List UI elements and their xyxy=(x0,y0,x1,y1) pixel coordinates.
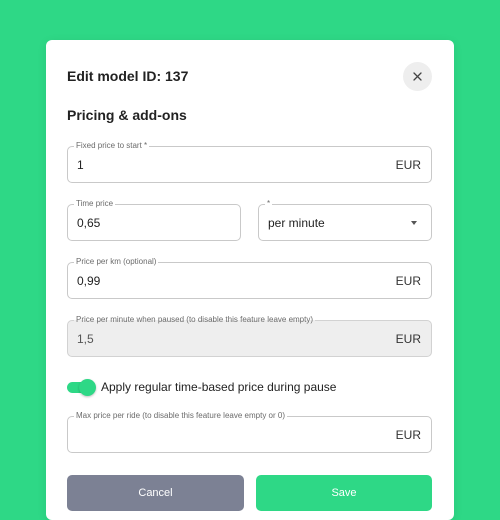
price-per-km-field[interactable]: Price per km (optional) 0,99 EUR xyxy=(67,257,432,299)
time-unit-value: per minute xyxy=(268,215,325,230)
fixed-price-value: 1 xyxy=(77,157,84,172)
currency-suffix: EUR xyxy=(395,273,421,288)
close-button[interactable] xyxy=(403,62,432,91)
modal-title: Edit model ID: 137 xyxy=(67,68,189,84)
section-title: Pricing & add-ons xyxy=(67,107,187,123)
currency-suffix: EUR xyxy=(395,331,421,346)
time-unit-label: * xyxy=(265,199,273,209)
currency-suffix: EUR xyxy=(395,427,421,442)
paused-price-value: 1,5 xyxy=(77,331,94,346)
pause-pricing-toggle[interactable] xyxy=(67,379,96,396)
caret-down-icon xyxy=(411,220,417,225)
time-price-label: Time price xyxy=(74,199,116,209)
edit-model-modal: Edit model ID: 137 Pricing & add-ons Fix… xyxy=(46,40,454,520)
fixed-price-label: Fixed price to start * xyxy=(74,141,150,151)
save-button[interactable]: Save xyxy=(256,475,432,511)
time-price-value: 0,65 xyxy=(77,215,101,230)
paused-price-field: Price per minute when paused (to disable… xyxy=(67,315,432,357)
toggle-knob xyxy=(79,379,96,396)
time-unit-select[interactable]: * per minute xyxy=(258,199,432,241)
fixed-price-field[interactable]: Fixed price to start * 1 EUR xyxy=(67,141,432,183)
max-price-label: Max price per ride (to disable this feat… xyxy=(74,411,287,421)
paused-price-label: Price per minute when paused (to disable… xyxy=(74,315,316,325)
close-icon xyxy=(413,72,422,81)
currency-suffix: EUR xyxy=(395,157,421,172)
price-per-km-value: 0,99 xyxy=(77,273,101,288)
toggle-label: Apply regular time-based price during pa… xyxy=(101,380,337,394)
time-price-field[interactable]: Time price 0,65 xyxy=(67,199,241,241)
cancel-button[interactable]: Cancel xyxy=(67,475,244,511)
price-per-km-label: Price per km (optional) xyxy=(74,257,159,267)
max-price-field[interactable]: Max price per ride (to disable this feat… xyxy=(67,411,432,453)
